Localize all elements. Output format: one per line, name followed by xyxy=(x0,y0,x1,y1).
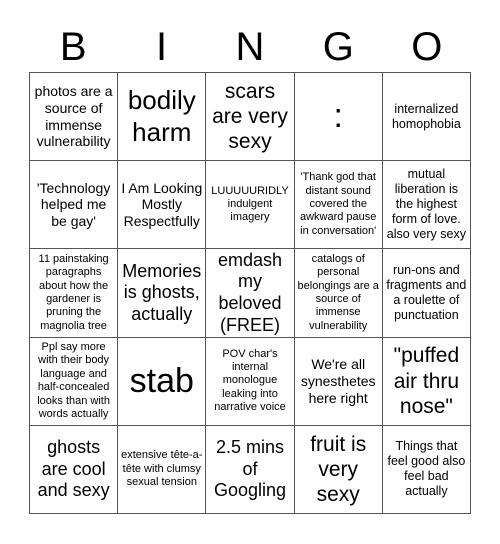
cell-text: : xyxy=(333,96,343,135)
cell-text: scars are very sexy xyxy=(212,79,288,154)
cell-text: photos are a source of immense vulnerabi… xyxy=(34,83,113,150)
bingo-cell-r5c2[interactable]: extensive tête-a-tête with clumsy sexual… xyxy=(118,425,207,514)
bingo-card: photos are a source of immense vulnerabi… xyxy=(29,72,471,514)
bingo-cell-r3c3[interactable]: emdash my beloved (FREE) xyxy=(206,249,295,338)
cell-text: I Am Looking Mostly Respectfully xyxy=(121,179,203,230)
cell-text: 'Technology helped me be gay' xyxy=(36,179,111,230)
cell-text: POV char's internal monologue leaking in… xyxy=(214,347,286,414)
cell-text: stab xyxy=(129,361,194,400)
bingo-cell-r3c2[interactable]: Memories is ghosts, actually xyxy=(118,249,207,338)
bingo-cell-r4c4[interactable]: We're all synesthetes here right xyxy=(294,337,383,426)
bingo-cell-r4c5[interactable]: "puffed air thru nose" xyxy=(382,337,471,426)
bingo-cell-r5c3[interactable]: 2.5 mins of Googling xyxy=(206,425,295,514)
header-letter-b: B xyxy=(59,25,87,69)
bingo-cell-r2c2[interactable]: I Am Looking Mostly Respectfully xyxy=(118,161,207,250)
cell-text: "puffed air thru nose" xyxy=(393,344,460,418)
bingo-cell-r1c2[interactable]: bodily harm xyxy=(118,73,207,162)
bingo-cell-r4c3[interactable]: POV char's internal monologue leaking in… xyxy=(206,337,295,426)
header-letter-o: O xyxy=(411,25,443,69)
bingo-cell-r3c5[interactable]: run-ons and fragments and a roulette of … xyxy=(382,249,471,338)
cell-text: Memories is ghosts, actually xyxy=(122,260,202,324)
cell-text: ghosts are cool and sexy xyxy=(37,437,110,501)
header-letter-g: G xyxy=(322,25,354,69)
bingo-cell-r5c5[interactable]: Things that feel good also feel bad actu… xyxy=(382,425,471,514)
bingo-cell-r4c1[interactable]: Ppl say more with their body language an… xyxy=(30,337,119,426)
bingo-cell-r2c5[interactable]: mutual liberation is the highest form of… xyxy=(382,161,471,250)
bingo-cell-r1c5[interactable]: internalized homophobia xyxy=(382,73,471,162)
bingo-cell-r2c4[interactable]: 'Thank god that distant sound covered th… xyxy=(294,161,383,250)
cell-text: We're all synesthetes here right xyxy=(300,356,376,406)
cell-text: mutual liberation is the highest form of… xyxy=(386,167,466,242)
bingo-cell-r5c1[interactable]: ghosts are cool and sexy xyxy=(30,425,119,514)
cell-text: catalogs of personal belongings are a so… xyxy=(297,252,379,332)
cell-text: 'Thank god that distant sound covered th… xyxy=(299,171,377,237)
header-letter-i: I xyxy=(156,25,168,69)
bingo-cell-r1c1[interactable]: photos are a source of immense vulnerabi… xyxy=(30,73,119,162)
cell-text: bodily harm xyxy=(127,85,196,147)
bingo-cell-r5c4[interactable]: fruit is very sexy xyxy=(294,425,383,514)
cell-text: Things that feel good also feel bad actu… xyxy=(387,439,466,499)
header-letter-n: N xyxy=(235,25,265,69)
cell-text: fruit is very sexy xyxy=(310,432,367,506)
cell-text: 11 painstaking paragraphs about how the … xyxy=(38,252,109,332)
cell-text: extensive tête-a-tête with clumsy sexual… xyxy=(121,449,203,489)
cell-text: emdash my beloved (FREE) xyxy=(217,249,283,335)
bingo-cell-r1c4[interactable]: : xyxy=(294,73,383,162)
bingo-cell-r4c2[interactable]: stab xyxy=(118,337,207,426)
cell-text: internalized homophobia xyxy=(391,101,461,131)
bingo-cell-r2c3[interactable]: LUUUUURIDLY indulgent imagery xyxy=(206,161,295,250)
bingo-header: B I N G O xyxy=(29,22,471,72)
cell-text: LUUUUURIDLY indulgent imagery xyxy=(211,184,289,224)
cell-text: run-ons and fragments and a roulette of … xyxy=(386,262,467,322)
bingo-cell-r2c1[interactable]: 'Technology helped me be gay' xyxy=(30,161,119,250)
bingo-cell-r3c4[interactable]: catalogs of personal belongings are a so… xyxy=(294,249,383,338)
cell-text: Ppl say more with their body language an… xyxy=(37,340,110,420)
bingo-cell-r1c3[interactable]: scars are very sexy xyxy=(206,73,295,162)
cell-text: 2.5 mins of Googling xyxy=(213,437,287,501)
bingo-cell-r3c1[interactable]: 11 painstaking paragraphs about how the … xyxy=(30,249,119,338)
